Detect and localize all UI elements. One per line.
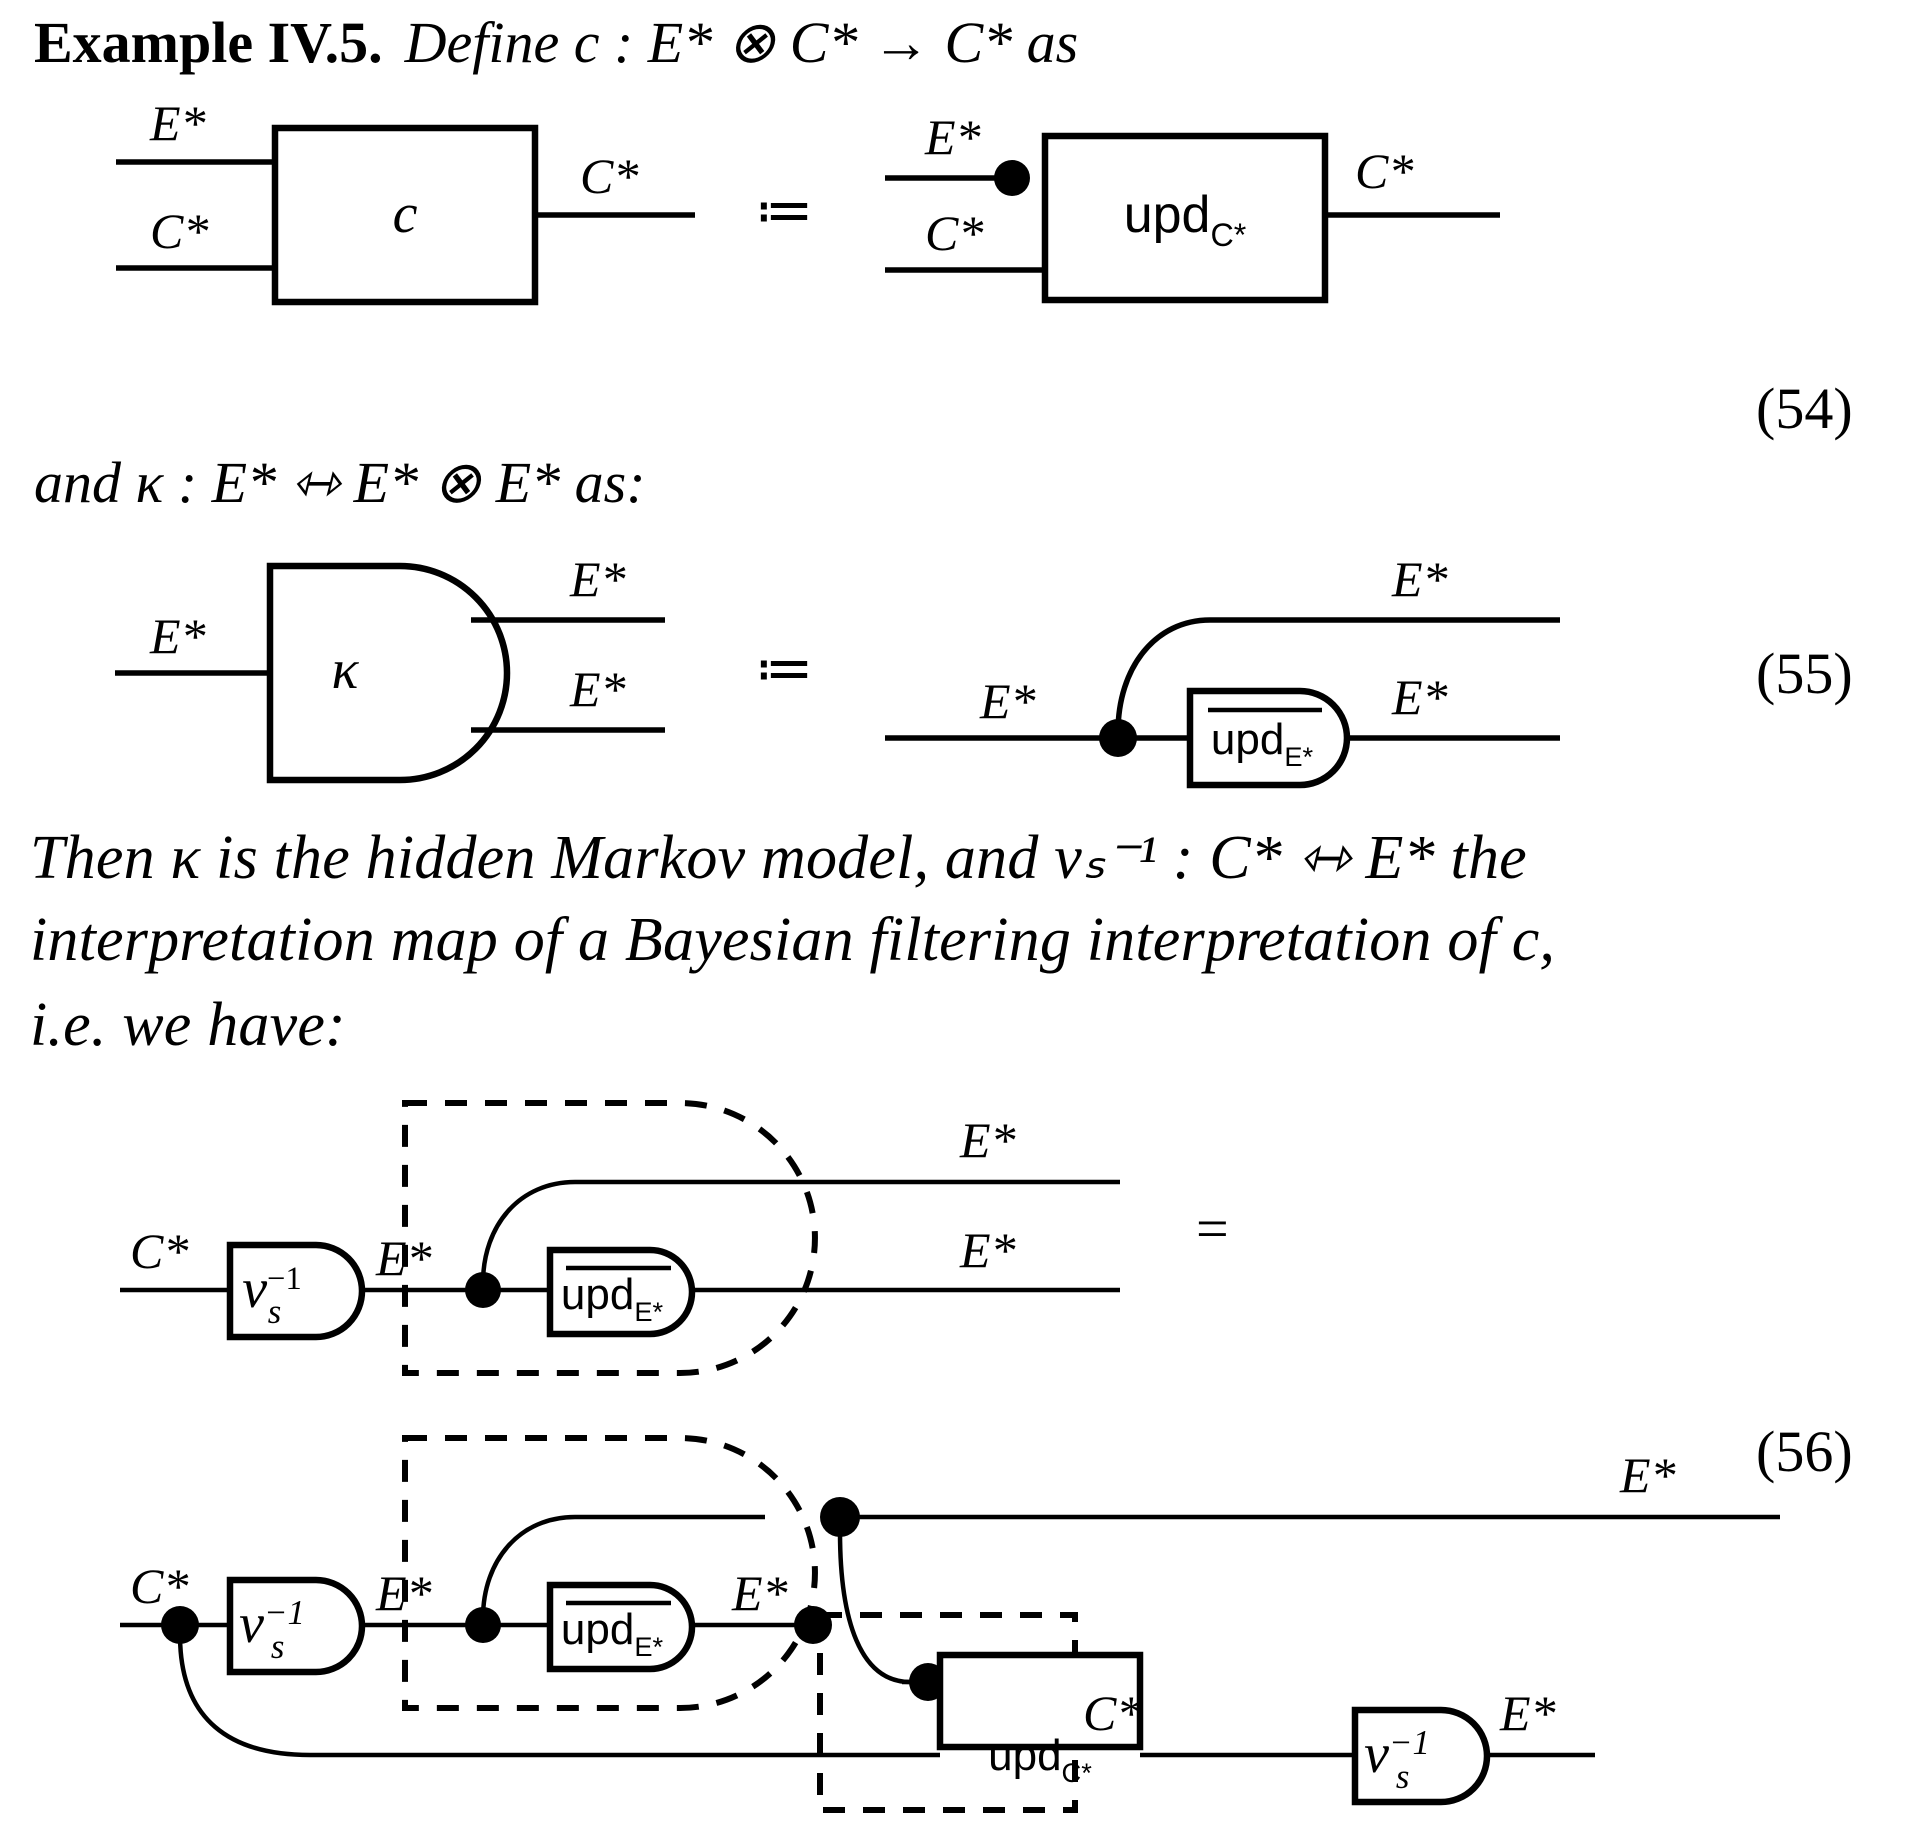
equation-54-diagram: c E* C* C* ≔ updC* E* C* C* bbox=[100, 95, 1640, 340]
paragraph-text-1: Then κ is the hidden Markov model, and ν… bbox=[30, 824, 1527, 892]
equation-55-diagram: κ E* E* E* ≔ updE* E* E* E* bbox=[100, 548, 1640, 798]
eq54-lhs-input-label-0: E* bbox=[149, 95, 206, 151]
paragraph-line-1: Then κ is the hidden Markov model, and ν… bbox=[30, 820, 1527, 894]
paragraph-line-3: i.e. we have: bbox=[30, 990, 346, 1061]
equation-number-54: (54) bbox=[1756, 376, 1853, 441]
paragraph-text-2: interpretation map of a Bayesian filteri… bbox=[30, 906, 1556, 974]
paragraph-text-3: i.e. we have: bbox=[30, 991, 346, 1059]
eq56-top-input-label: C* bbox=[130, 1223, 188, 1279]
eq56-top-output-label-1: E* bbox=[959, 1222, 1016, 1278]
eq56-bottom-output-label-0: E* bbox=[1619, 1447, 1676, 1503]
equation-number-55: (55) bbox=[1756, 641, 1853, 706]
eq55-rhs-input-label-0: E* bbox=[979, 673, 1036, 729]
eq56-bottom-output-label-1: E* bbox=[1499, 1685, 1556, 1741]
eq54-rhs-copy-dot bbox=[994, 160, 1030, 196]
eq55-rhs-copy-dot bbox=[1099, 719, 1137, 757]
mid-math-line: and κ : E* ⇿ E* ⊗ E* as: bbox=[34, 448, 646, 516]
eq55-definition-symbol: ≔ bbox=[755, 636, 813, 701]
equation-56-equals-sign: = bbox=[1196, 1196, 1229, 1261]
eq56-bottom-input-label: C* bbox=[130, 1558, 188, 1614]
equation-56-bottom-diagram: ν−1 s updE* updC* ν−1 s C* E* E* C* E* E… bbox=[120, 1420, 1910, 1830]
eq54-rhs-input-label-1: C* bbox=[925, 205, 983, 261]
eq55-lhs-output-label-1: E* bbox=[569, 661, 626, 717]
eq55-lhs-input-label-0: E* bbox=[149, 608, 206, 664]
paragraph-line-2: interpretation map of a Bayesian filteri… bbox=[30, 905, 1555, 976]
example-heading: Example IV.5. bbox=[34, 10, 383, 75]
eq54-rhs-input-label-0: E* bbox=[924, 109, 981, 165]
eq55-rhs-output-label-1: E* bbox=[1391, 669, 1448, 725]
eq54-rhs-output-label-0: C* bbox=[1355, 143, 1413, 199]
eq56-bottom-after-updc-label: C* bbox=[1083, 1685, 1141, 1741]
eq56-bottom-mid-label: E* bbox=[731, 1565, 788, 1621]
eq54-definition-symbol: ≔ bbox=[755, 178, 813, 243]
eq54-lhs-output-label-0: C* bbox=[580, 148, 638, 204]
eq55-lhs-box-label: κ bbox=[332, 639, 360, 701]
eq56-bottom-wire-label: E* bbox=[375, 1565, 432, 1621]
example-heading-line: Example IV.5. Define c : E* ⊗ C* → C* as bbox=[34, 8, 1078, 76]
eq56-top-output-label-0: E* bbox=[959, 1112, 1016, 1168]
eq54-lhs-box-label: c bbox=[393, 183, 418, 245]
eq55-lhs-output-label-0: E* bbox=[569, 551, 626, 607]
example-intro-math: Define c : E* ⊗ C* → C* as bbox=[404, 10, 1079, 75]
eq56-bottom-terminal-dot bbox=[794, 1606, 832, 1644]
eq55-rhs-output-label-0: E* bbox=[1391, 551, 1448, 607]
eq56-top-wire-label: E* bbox=[375, 1230, 432, 1286]
eq56-bottom-copy-dot-2 bbox=[820, 1497, 860, 1537]
paper-page: Example IV.5. Define c : E* ⊗ C* → C* as… bbox=[0, 0, 1926, 1832]
eq54-lhs-input-label-1: C* bbox=[150, 203, 208, 259]
mid-math-text: and κ : E* ⇿ E* ⊗ E* as: bbox=[34, 450, 646, 515]
